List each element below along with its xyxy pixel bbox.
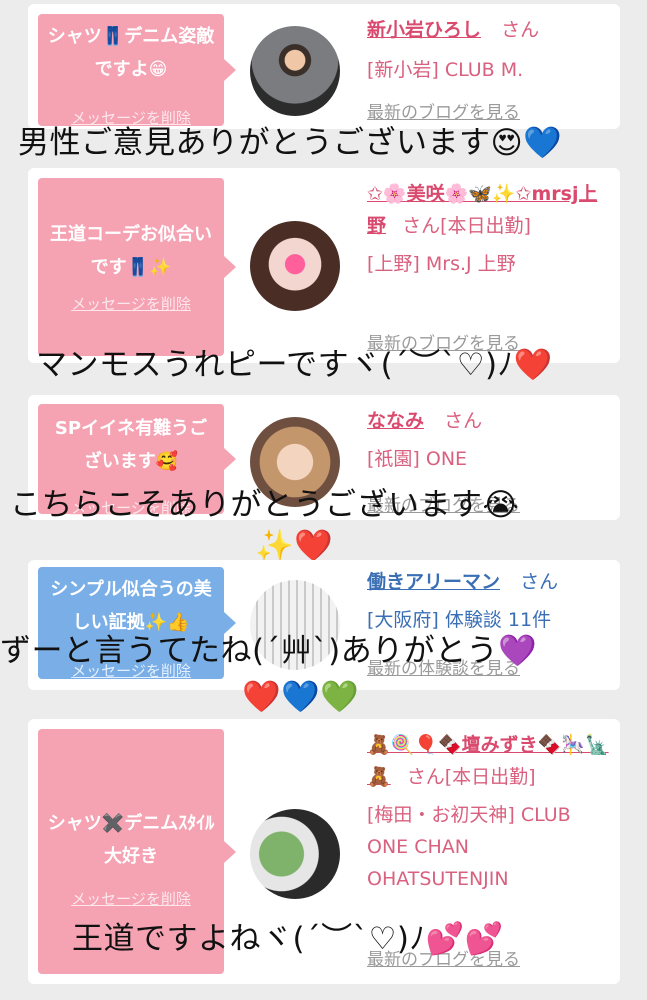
avatar[interactable]: [250, 26, 340, 116]
message-text: SPイイネ有難うございます🥰: [54, 418, 208, 472]
message-card: シャツ👖デニム姿敵ですよ😁 メッセージを削除 新小岩ひろし さん [新小岩] C…: [28, 4, 620, 129]
latest-blog-link[interactable]: 最新のブログを見る: [367, 98, 520, 123]
user-name-link[interactable]: 働きアリーマン: [367, 571, 500, 593]
message-bubble: 王道コーデお似合いです👖✨ メッセージを削除: [38, 178, 236, 356]
user-name-link[interactable]: 新小岩ひろし: [367, 19, 481, 41]
user-info: 新小岩ひろし さん [新小岩] CLUB M.: [367, 14, 612, 86]
shop-name: [新小岩] CLUB M.: [367, 59, 524, 81]
honorific: さん: [444, 410, 483, 432]
caption-overlay: 王道ですよねヾ(´︶`♡)ﾉ💕💕: [72, 921, 504, 957]
user-name-link[interactable]: ななみ: [367, 410, 424, 432]
shop-name: [上野] Mrs.J 上野: [367, 253, 516, 275]
caption-overlay: 男性ご意見ありがとうございます😍💙: [18, 125, 563, 161]
message-text: 王道コーデお似合いです👖✨: [50, 224, 212, 278]
shop-name: [梅田・お初天神] CLUB ONE CHAN OHATSUTENJIN: [367, 804, 571, 890]
message-text: シャツ✖️デニムｽﾀｲﾙ大好き: [47, 813, 215, 867]
user-info: 🧸🍭🎈🍫壇みずき🍫🎠🗽🧸 さん[本日出勤] [梅田・お初天神] CLUB ONE…: [367, 729, 612, 895]
user-info: ✩🌸美咲🌸🦋✨✩mrsj上野 さん[本日出勤] [上野] Mrs.J 上野: [367, 178, 612, 280]
user-info: ななみ さん [祇園] ONE: [367, 405, 612, 475]
honorific: さん[本日出勤]: [402, 215, 531, 237]
message-card: シンプル似合うの美しい証拠✨👍 メッセージを削除 働きアリーマン さん [大阪府…: [28, 560, 620, 690]
avatar[interactable]: [250, 809, 340, 899]
caption-overlay: マンモスうれピーですヾ(´︶`♡)ﾉ❤️: [36, 347, 553, 383]
caption-overlay: ずーと言うてたね(´艸`)ありがとう💜: [0, 633, 538, 669]
message-card: 王道コーデお似合いです👖✨ メッセージを削除 ✩🌸美咲🌸🦋✨✩mrsj上野 さん…: [28, 168, 620, 363]
honorific: さん[本日出勤]: [406, 766, 536, 788]
user-info: 働きアリーマン さん [大阪府] 体験談 11件: [367, 566, 612, 636]
caption-overlay: こちらこそありがとうございます😭: [10, 487, 520, 523]
delete-message-link[interactable]: メッセージを削除: [38, 294, 224, 314]
message-text: シンプル似合うの美しい証拠✨👍: [50, 579, 212, 633]
caption-overlay-emoji: ❤️💙💚: [242, 679, 360, 715]
message-bubble: シャツ👖デニム姿敵ですよ😁 メッセージを削除: [38, 14, 236, 127]
honorific: さん: [501, 19, 540, 41]
honorific: さん: [520, 571, 559, 593]
shop-name: [祇園] ONE: [367, 448, 468, 470]
message-text: シャツ👖デニム姿敵ですよ😁: [47, 26, 215, 80]
delete-message-link[interactable]: メッセージを削除: [38, 889, 224, 909]
avatar[interactable]: [250, 221, 340, 311]
